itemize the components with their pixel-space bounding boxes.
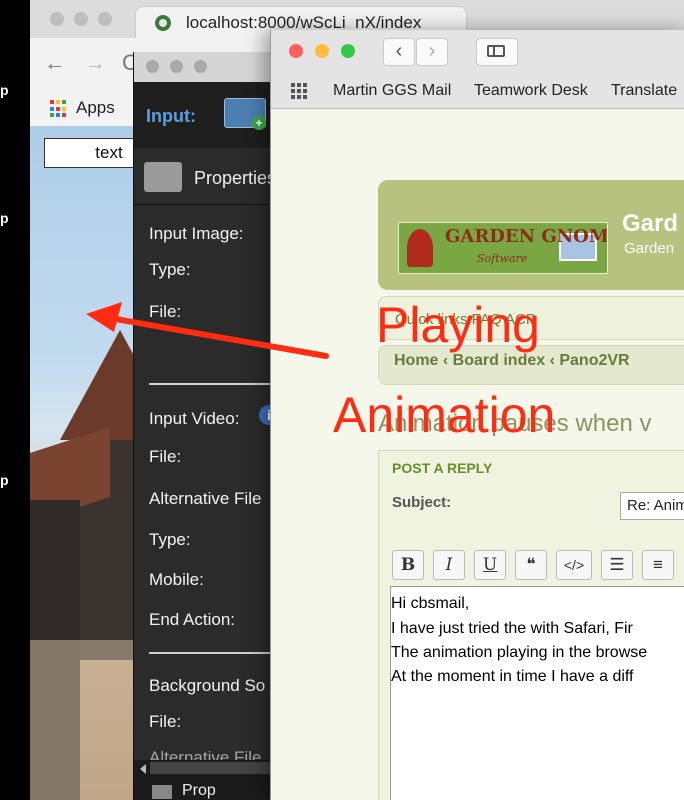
site-favicon-icon [155, 15, 171, 31]
message-line: At the moment in time I have a diff [391, 668, 634, 685]
mobile-label: Mobile: [149, 570, 204, 589]
gnome-icon [407, 229, 433, 267]
apps-grid-icon[interactable] [50, 100, 68, 118]
strip-fragment: p [0, 210, 9, 226]
message-editor[interactable]: Hi cbsmail, I have just tried the with S… [390, 586, 684, 800]
message-line: I have just tried the with Safari, Fir [391, 620, 633, 637]
properties-sliders-icon [144, 162, 182, 192]
plus-icon: + [252, 116, 266, 130]
strip-fragment: p [0, 82, 9, 98]
input-label: Input: [146, 106, 196, 126]
close-window-button[interactable] [50, 12, 64, 26]
back-arrow-icon[interactable]: ← [44, 50, 66, 76]
misspelled-word[interactable]: cbsmail [411, 595, 465, 612]
site-title: Gard [622, 210, 679, 237]
input-video-label: Input Video: [149, 409, 240, 428]
end-action-label: End Action: [149, 610, 236, 629]
type-label: Type: [149, 530, 191, 549]
bullet-list-button[interactable]: ☰ [601, 550, 633, 580]
italic-button[interactable]: I [433, 550, 465, 580]
bold-button[interactable]: B [392, 550, 424, 580]
apps-bookmark[interactable]: Apps [76, 98, 115, 118]
subject-label: Subject: [392, 494, 452, 511]
section-divider [149, 383, 274, 385]
properties-title: Properties [194, 168, 274, 188]
properties-tab-icon [152, 785, 172, 799]
message-line: The animation playing in the browse [391, 644, 648, 661]
code-button[interactable]: </> [556, 550, 592, 580]
logo-subtext: Software [477, 252, 528, 265]
background-sound-label: Background So [149, 676, 266, 695]
forward-arrow-icon[interactable]: → [84, 50, 106, 76]
annotation-playing: Playing [376, 297, 540, 353]
minimize-window-button[interactable] [74, 12, 88, 26]
zoom-window-button[interactable] [98, 12, 112, 26]
quote-button[interactable]: ❝ [515, 550, 547, 580]
underline-button[interactable]: U [474, 550, 506, 580]
site-subtitle: Garden [624, 240, 675, 257]
section-divider [149, 652, 274, 654]
type-label: Type: [149, 260, 191, 279]
divider [134, 204, 274, 205]
zoom-window-button[interactable] [194, 60, 207, 73]
post-reply-heading: POST A REPLY [392, 460, 493, 476]
properties-tab[interactable]: Prop [182, 782, 216, 800]
alternative-file-label: Alternative File [149, 489, 262, 508]
close-window-button[interactable] [146, 60, 159, 73]
pano2vr-window: Input: + Properties Input Image: Type: F… [133, 52, 274, 800]
logo-text: GARDEN GNOME [445, 226, 608, 247]
scroll-left-arrow-icon[interactable] [140, 764, 146, 774]
greeting-text: Hi cbsmail, [391, 595, 470, 612]
numbered-list-button[interactable]: ≡ [642, 550, 674, 580]
message-line: Hi cbsmail, [391, 595, 469, 613]
annotation-animation: Animation [333, 387, 556, 443]
site-logo[interactable]: GARDEN GNOME Software [398, 222, 608, 274]
minimize-window-button[interactable] [170, 60, 183, 73]
file-label: File: [149, 712, 182, 731]
input-image-label: Input Image: [149, 224, 244, 243]
subject-input[interactable]: Re: Anim [620, 492, 684, 520]
breadcrumb[interactable]: Home ‹ Board index ‹ Pano2VR [394, 352, 630, 370]
file-label: File: [149, 447, 182, 466]
file-label: File: [149, 302, 182, 321]
horizontal-scrollbar[interactable] [150, 762, 274, 774]
strip-fragment: p [0, 472, 9, 488]
